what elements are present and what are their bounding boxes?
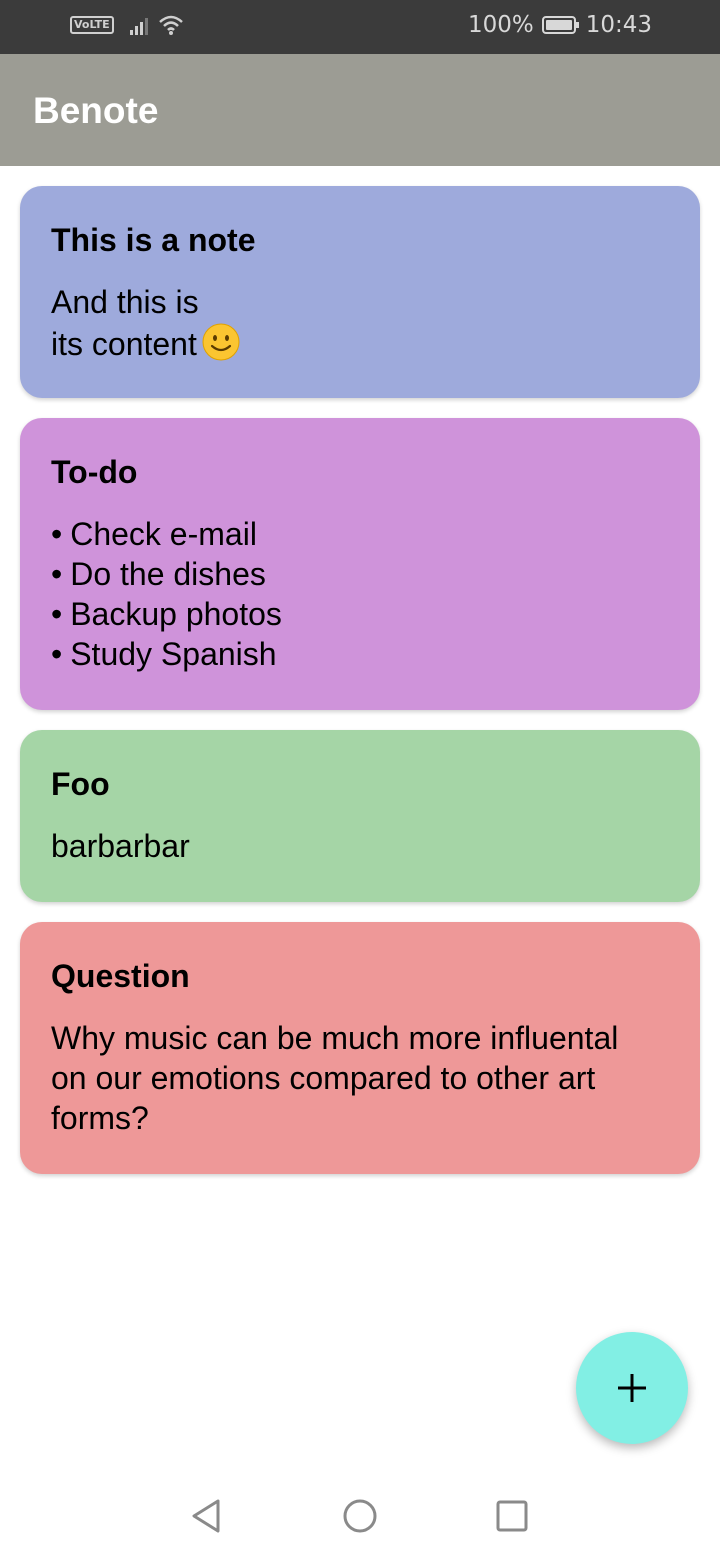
status-right: 100% 10:43 xyxy=(468,12,652,38)
back-icon xyxy=(192,1499,220,1533)
note-body: And this is its content xyxy=(51,282,669,364)
note-card-3[interactable]: Foo barbarbar xyxy=(20,730,700,902)
note-body: barbarbar xyxy=(51,828,190,864)
note-card-2[interactable]: To-do • Check e-mail • Do the dishes • Back… xyxy=(20,418,700,710)
list-item: • Check e-mail xyxy=(51,516,257,552)
note-card-4[interactable]: Question Why music can be much more infl… xyxy=(20,922,700,1174)
note-body: Why music can be much more influental on… xyxy=(51,1020,619,1136)
list-item: • Study Spanish xyxy=(51,636,277,672)
home-button[interactable] xyxy=(342,1498,378,1539)
battery-icon xyxy=(541,15,580,35)
note-card-1[interactable]: This is a note And this is its content xyxy=(20,186,700,398)
smiling-face-icon xyxy=(201,322,241,362)
list-item: • Do the dishes xyxy=(51,556,266,592)
app-bar: Benote xyxy=(0,54,720,166)
clock: 10:43 xyxy=(585,12,652,38)
volte-icon: VoLTE xyxy=(70,16,114,34)
back-button[interactable] xyxy=(190,1498,222,1539)
note-title: Question xyxy=(51,958,190,994)
add-note-button[interactable] xyxy=(576,1332,688,1444)
note-body-line-1: And this is xyxy=(51,284,199,320)
wifi-icon xyxy=(158,14,184,36)
recents-icon xyxy=(496,1500,528,1532)
note-body-line-2: its content xyxy=(51,326,197,362)
status-bar: VoLTE 100% 10:43 xyxy=(0,0,720,54)
note-title: This is a note xyxy=(51,222,256,258)
note-title: To-do xyxy=(51,454,138,490)
battery-percent: 100% xyxy=(467,12,534,38)
todo-list: • Check e-mail • Do the dishes • Backup pho… xyxy=(51,514,669,674)
recents-button[interactable] xyxy=(496,1498,528,1539)
status-left: VoLTE xyxy=(70,14,184,36)
signal-icon xyxy=(129,15,152,35)
plus-icon xyxy=(618,1374,646,1402)
list-item: • Backup photos xyxy=(51,596,282,632)
app-title: Benote xyxy=(33,90,159,131)
nav-bar xyxy=(0,1470,720,1560)
home-icon xyxy=(343,1499,377,1533)
note-title: Foo xyxy=(51,766,110,802)
